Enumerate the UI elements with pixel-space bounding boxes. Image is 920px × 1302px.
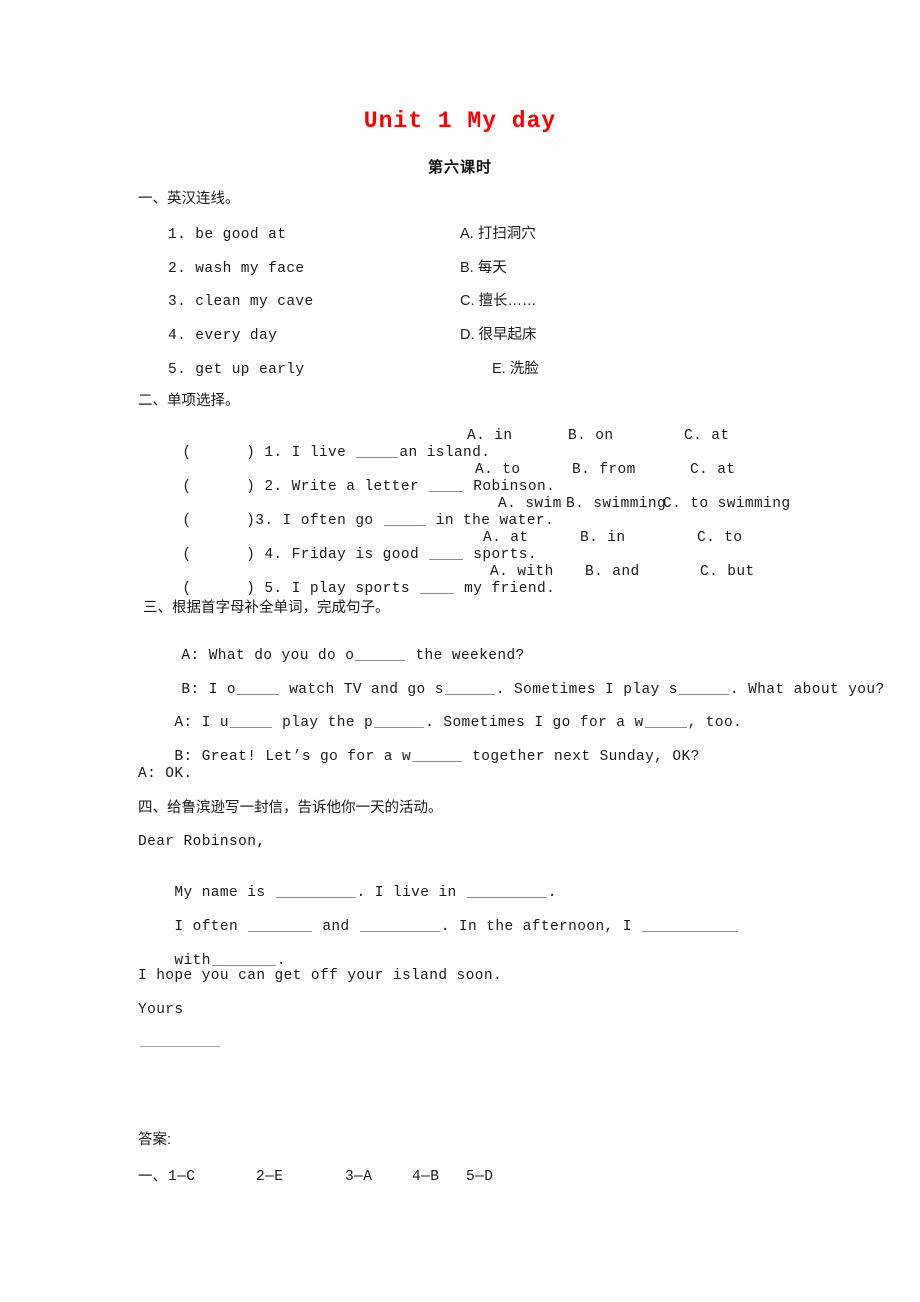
answers-row-one-label: 一、 <box>138 1169 167 1185</box>
match-right-item-e: E. 洗脸 <box>492 361 539 377</box>
dialog-3-text-c: . Sometimes I go for a w <box>425 714 644 731</box>
section-four-heading: 四、给鲁滨逊写一封信，告诉他你一天的活动。 <box>138 800 443 816</box>
mc-blank-3 <box>383 512 426 527</box>
mc-option-1c[interactable]: C. at <box>684 429 730 444</box>
dialog-3-blank-2 <box>374 714 425 729</box>
match-left-item-5: 5. get up early <box>168 362 305 378</box>
mc-bracket-1[interactable]: ( ) 1. <box>182 445 282 461</box>
dialog-3-blank-3 <box>644 714 687 729</box>
mc-stem-4a: Friday is good <box>282 546 429 563</box>
mc-stem-2a: Write a letter <box>282 478 429 495</box>
mc-option-5b[interactable]: B. and <box>585 565 640 580</box>
dialog-2-text-b: watch TV and go s <box>280 681 444 698</box>
dialog-line-5: A: OK. <box>138 766 193 782</box>
mc-option-2a[interactable]: A. to <box>475 463 521 478</box>
mc-bracket-5[interactable]: ( ) 5. <box>182 581 282 597</box>
mc-option-3c[interactable]: C. to swimming <box>663 497 790 512</box>
letter-3-blank <box>211 952 276 967</box>
match-left-item-2: 2. wash my face <box>168 261 305 277</box>
dialog-1-text-b: the weekend? <box>406 647 525 664</box>
signature-rule <box>140 1046 220 1047</box>
dialog-4-blank <box>412 748 463 763</box>
dialog-1-text-a: A: What do you do o <box>181 647 355 664</box>
section-three-heading: 三、根据首字母补全单词，完成句子。 <box>143 600 390 616</box>
mc-stem-1b: an island. <box>399 444 491 461</box>
mc-blank-1 <box>356 444 399 459</box>
dialog-3-text-d: , too. <box>687 714 743 731</box>
mc-option-3a[interactable]: A. swim <box>498 497 562 512</box>
dialog-line-4: B: Great! Let’s go for a w together next… <box>138 733 700 779</box>
dialog-2-text-c: . Sometimes I play s <box>495 681 678 698</box>
dialog-4-text-b: together next Sunday, OK? <box>463 748 700 765</box>
letter-2-blank-3 <box>641 918 738 933</box>
mc-blank-4 <box>429 546 464 561</box>
dialog-2-blank-1 <box>237 681 280 696</box>
dialog-3-text-a: A: I u <box>174 714 230 731</box>
mc-bracket-3[interactable]: ( )3. <box>182 513 273 529</box>
answers-heading: 答案: <box>138 1132 172 1148</box>
match-right-item-d: D. 很早起床 <box>460 327 537 343</box>
letter-1-text-b: . I live in <box>356 884 466 901</box>
mc-bracket-4[interactable]: ( ) 4. <box>182 547 282 563</box>
mc-option-2b[interactable]: B. from <box>572 463 636 478</box>
letter-2-blank-1 <box>248 918 313 933</box>
match-right-item-c: C. 擅长…… <box>460 293 537 309</box>
mc-option-4a[interactable]: A. at <box>483 531 529 546</box>
letter-2-text-a: I often <box>174 918 248 935</box>
page-title: Unit 1 My day <box>363 108 557 134</box>
dialog-2-text-a: B: I o <box>181 681 237 698</box>
mc-stem-3b: in the water. <box>426 512 555 529</box>
letter-3-text-b: . <box>276 952 286 969</box>
worksheet-page: Unit 1 My day 第六课时 一、英汉连线。 1. be good at… <box>0 0 920 1302</box>
letter-1-blank-1 <box>275 884 356 899</box>
letter-3-text-a: with <box>174 952 211 969</box>
mc-option-1a[interactable]: A. in <box>467 429 513 444</box>
answer-item-1: 1—C <box>168 1169 196 1185</box>
page-subtitle: 第六课时 <box>427 159 492 176</box>
dialog-3-text-b: play the p <box>273 714 374 731</box>
mc-option-4b[interactable]: B. in <box>580 531 626 546</box>
mc-stem-2b: Robinson. <box>464 478 556 495</box>
letter-closing-line: I hope you can get off your island soon. <box>138 968 503 984</box>
dialog-4-text-a: B: Great! Let’s go for a w <box>174 748 412 765</box>
answer-item-4: 4—B <box>412 1169 440 1185</box>
dialog-2-blank-2 <box>444 681 495 696</box>
mc-option-4c[interactable]: C. to <box>697 531 743 546</box>
match-left-item-1: 1. be good at <box>168 227 287 243</box>
mc-bracket-2[interactable]: ( ) 2. <box>182 479 282 495</box>
dialog-3-blank-1 <box>230 714 273 729</box>
letter-1-text-c: . <box>547 884 557 901</box>
mc-stem-3a: I often go <box>273 512 383 529</box>
dialog-2-text-d: . What about you? <box>729 681 885 698</box>
match-left-item-4: 4. every day <box>168 328 278 344</box>
letter-1-blank-2 <box>466 884 547 899</box>
letter-2-blank-2 <box>359 918 440 933</box>
mc-option-5a[interactable]: A. with <box>490 565 554 580</box>
mc-blank-5 <box>420 580 455 595</box>
mc-stem-5a: I play sports <box>282 580 420 597</box>
letter-2-text-b: and <box>313 918 359 935</box>
mc-option-3b[interactable]: B. swimming <box>566 497 666 512</box>
dialog-2-blank-3 <box>678 681 729 696</box>
mc-stem-5b: my friend. <box>455 580 556 597</box>
match-right-item-a: A. 打扫洞穴 <box>460 226 536 242</box>
mc-option-2c[interactable]: C. at <box>690 463 736 478</box>
letter-sign-off: Yours <box>138 1002 184 1018</box>
mc-option-1b[interactable]: B. on <box>568 429 614 444</box>
dialog-1-blank <box>355 647 406 662</box>
answer-item-3: 3—A <box>345 1169 373 1185</box>
mc-stem-4b: sports. <box>464 546 537 563</box>
section-one-heading: 一、英汉连线。 <box>138 191 240 207</box>
letter-salutation: Dear Robinson, <box>138 834 266 850</box>
mc-stem-1a: I live <box>282 444 356 461</box>
match-left-item-3: 3. clean my cave <box>168 294 314 310</box>
answer-item-5: 5—D <box>466 1169 494 1185</box>
letter-2-text-c: . In the afternoon, I <box>440 918 641 935</box>
section-two-heading: 二、单项选择。 <box>138 393 240 409</box>
letter-1-text-a: My name is <box>174 884 275 901</box>
answer-item-2: 2—E <box>256 1169 284 1185</box>
mc-option-5c[interactable]: C. but <box>700 565 755 580</box>
match-right-item-b: B. 每天 <box>460 260 507 276</box>
mc-blank-2 <box>429 478 464 493</box>
